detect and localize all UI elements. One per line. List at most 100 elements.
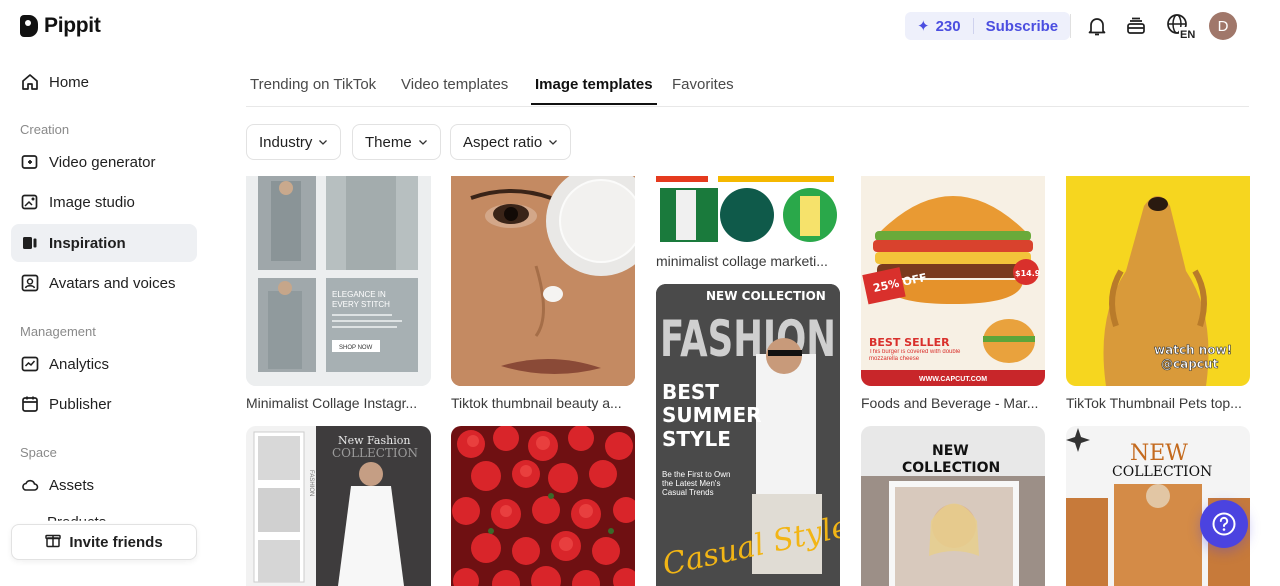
credits-count: 230 (935, 17, 961, 35)
template-thumbnail (451, 176, 635, 386)
card-text: STYLE (662, 427, 731, 451)
tab-trending-tiktok[interactable]: Trending on TikTok (250, 76, 376, 103)
calendar-icon (20, 394, 40, 414)
card-text: COLLECTION (902, 460, 1000, 476)
sidebar-item-label: Video generator (49, 153, 156, 171)
card-text: ELEGANCE IN (332, 290, 386, 299)
inspiration-icon (20, 233, 40, 253)
sidebar-item-avatars-voices[interactable]: Avatars and voices (11, 264, 197, 302)
sidebar-item-label: Analytics (49, 355, 110, 373)
card-text: NEW (932, 443, 969, 459)
sidebar-item-inspiration[interactable]: Inspiration (11, 224, 197, 262)
sidebar-item-analytics[interactable]: Analytics (11, 345, 197, 383)
sidebar-item-label: Publisher (49, 395, 112, 413)
video-plus-icon (20, 152, 40, 172)
template-card-fashion-magazine[interactable]: NEW COLLECTION FASHION BEST SUMMER STYLE… (656, 284, 840, 586)
avatar-icon (20, 273, 40, 293)
section-label-creation: Creation (20, 122, 70, 137)
analytics-icon (20, 354, 40, 374)
template-thumbnail: NEW COLLECTION FASHION BEST SUMMER STYLE… (656, 284, 840, 586)
bell-icon[interactable] (1084, 13, 1110, 39)
card-text: SUMMER (662, 403, 762, 427)
logo[interactable]: Pippit (20, 14, 101, 38)
app-name: Pippit (44, 14, 101, 37)
sidebar-item-assets[interactable]: Assets (11, 466, 197, 504)
template-thumbnail (656, 176, 837, 242)
cloud-icon (20, 475, 40, 495)
card-text: Be the First to Own the Latest Men's Cas… (662, 470, 731, 498)
tab-favorites[interactable]: Favorites (672, 76, 734, 103)
card-text: BEST (662, 380, 719, 404)
card-text: @capcut (1161, 357, 1218, 371)
home-icon (20, 72, 40, 92)
language-code: EN (1180, 29, 1195, 39)
sidebar-item-image-studio[interactable]: Image studio (11, 183, 197, 221)
sidebar-item-label: Inspiration (49, 234, 126, 252)
credits-subscribe-bar[interactable]: ✦ 230 Subscribe (905, 12, 1071, 40)
template-card-burger[interactable]: 25% OFF $14.9 BEST SELLER This burger is… (861, 176, 1045, 386)
template-card-new-fashion[interactable]: New Fashion COLLECTION FASHION (246, 426, 431, 586)
sidebar-item-home[interactable]: Home (11, 63, 197, 101)
card-text: SHOP NOW (339, 345, 373, 351)
filter-label: Aspect ratio (463, 133, 543, 151)
card-text: NEW (1130, 441, 1188, 466)
card-text: EVERY STITCH (332, 300, 390, 309)
question-icon (1212, 512, 1236, 536)
chevron-down-icon (548, 134, 558, 151)
sidebar-item-label: Assets (49, 476, 95, 494)
template-card-new-collection-1[interactable]: NEW COLLECTION (861, 426, 1045, 586)
card-text: COLLECTION (1112, 464, 1212, 480)
user-avatar[interactable]: D (1209, 12, 1237, 40)
help-button[interactable] (1200, 500, 1248, 548)
divider (972, 18, 974, 34)
template-thumbnail: New Fashion COLLECTION FASHION (246, 426, 431, 586)
chevron-down-icon (418, 134, 428, 151)
card-text: watch now! (1154, 343, 1232, 357)
card-caption: Tiktok thumbnail beauty a... (451, 395, 622, 411)
sidebar: Pippit Home Creation Video generator Ima… (0, 0, 210, 586)
sidebar-item-label: Image studio (49, 193, 135, 211)
subscribe-button[interactable]: Subscribe (986, 18, 1059, 35)
template-thumbnail: NEW COLLECTION (861, 426, 1045, 586)
template-thumbnail (451, 426, 635, 586)
template-card-pets[interactable]: watch now! @capcut (1066, 176, 1250, 386)
template-thumbnail: 25% OFF $14.9 BEST SELLER This burger is… (861, 176, 1045, 386)
template-card-minimalist-collage[interactable]: ELEGANCE IN EVERY STITCH SHOP NOW (246, 176, 431, 386)
section-label-management: Management (20, 324, 96, 339)
pippit-logo-icon (20, 15, 38, 37)
chevron-down-icon (318, 134, 328, 151)
image-edit-icon (20, 192, 40, 212)
section-label-space: Space (20, 445, 57, 460)
card-text: NEW COLLECTION (706, 289, 826, 303)
template-card-collage-marketing[interactable] (656, 176, 840, 246)
language-globe-icon[interactable]: EN (1164, 13, 1196, 39)
template-tabs: Trending on TikTok Video templates Image… (246, 72, 1249, 107)
filter-aspect-ratio[interactable]: Aspect ratio (450, 124, 572, 160)
card-text: FASHION (308, 470, 314, 496)
invite-friends-label: Invite friends (69, 533, 163, 551)
sidebar-item-video-generator[interactable]: Video generator (11, 143, 197, 181)
card-text: WWW.CAPCUT.COM (919, 376, 987, 383)
template-thumbnail: watch now! @capcut (1066, 176, 1250, 386)
sidebar-item-publisher[interactable]: Publisher (11, 385, 197, 423)
card-caption: Minimalist Collage Instagr... (246, 395, 418, 411)
card-caption: minimalist collage marketi... (656, 253, 828, 269)
sparkle-icon: ✦ (917, 18, 930, 35)
card-text: This burger is covered with double mozza… (869, 349, 961, 362)
filter-label: Theme (365, 133, 412, 151)
card-text: $14.9 (1015, 269, 1041, 278)
filter-label: Industry (259, 133, 313, 151)
tab-image-templates[interactable]: Image templates (531, 76, 657, 105)
invite-friends-button[interactable]: Invite friends (11, 524, 197, 560)
app-root: Pippit Home Creation Video generator Ima… (0, 0, 1280, 586)
template-card-beauty[interactable] (451, 176, 635, 386)
stack-icon[interactable] (1123, 13, 1149, 39)
sidebar-item-label: Avatars and voices (49, 274, 176, 292)
filter-theme[interactable]: Theme (352, 124, 441, 160)
template-card-flowers[interactable] (451, 426, 635, 586)
filter-industry[interactable]: Industry (246, 124, 342, 160)
card-caption: Foods and Beverage - Mar... (861, 395, 1039, 411)
card-caption: TikTok Thumbnail Pets top... (1066, 395, 1242, 411)
tab-video-templates[interactable]: Video templates (401, 76, 508, 103)
card-text: COLLECTION (332, 446, 418, 460)
